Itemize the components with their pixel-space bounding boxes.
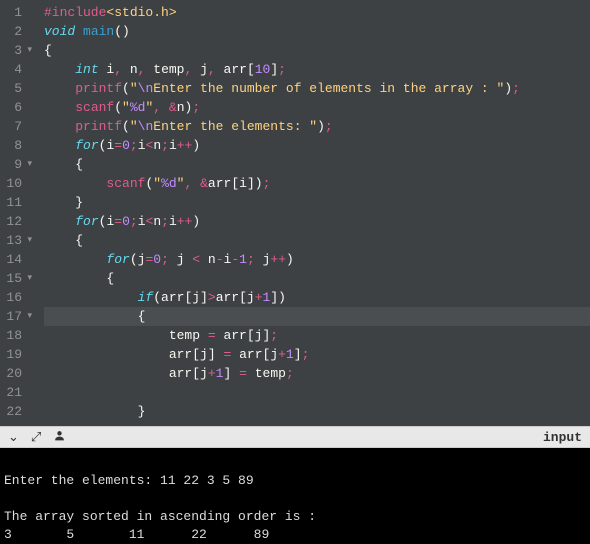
fold-icon[interactable]: ▾ <box>27 307 32 326</box>
line-number: 6 <box>4 98 22 117</box>
code-area[interactable]: #include<stdio.h>void main(){ int i, n, … <box>30 0 590 426</box>
code-line[interactable]: printf("\nEnter the elements: "); <box>44 117 590 136</box>
code-line[interactable]: { <box>44 155 590 174</box>
code-editor[interactable]: 123▾456789▾10111213▾1415▾1617▾1819202122… <box>0 0 590 426</box>
code-line[interactable]: for(j=0; j < n-i-1; j++) <box>44 250 590 269</box>
line-number: 11 <box>4 193 22 212</box>
line-number: 22 <box>4 402 22 421</box>
line-number: 8 <box>4 136 22 155</box>
fold-icon[interactable]: ▾ <box>27 231 32 250</box>
collapse-icon[interactable]: ⌄ <box>8 430 19 445</box>
terminal-output[interactable]: Enter the elements: 11 22 3 5 89 The arr… <box>0 448 590 543</box>
code-line[interactable]: void main() <box>44 22 590 41</box>
line-number: 17▾ <box>4 307 22 326</box>
line-number: 13▾ <box>4 231 22 250</box>
code-line[interactable]: int i, n, temp, j, arr[10]; <box>44 60 590 79</box>
toolbar: ⌄ ⤢ input <box>0 426 590 448</box>
code-line[interactable]: { <box>44 231 590 250</box>
code-line[interactable]: arr[j+1] = temp; <box>44 364 590 383</box>
code-line[interactable]: { <box>44 269 590 288</box>
code-line[interactable]: { <box>44 307 590 326</box>
code-line[interactable]: printf("\nEnter the number of elements i… <box>44 79 590 98</box>
line-number: 4 <box>4 60 22 79</box>
line-number: 19 <box>4 345 22 364</box>
code-line[interactable] <box>44 383 590 402</box>
line-number: 2 <box>4 22 22 41</box>
line-number: 3▾ <box>4 41 22 60</box>
input-label: input <box>543 430 582 445</box>
code-line[interactable]: scanf("%d", &arr[i]); <box>44 174 590 193</box>
line-number: 16 <box>4 288 22 307</box>
line-number: 20 <box>4 364 22 383</box>
line-number: 9▾ <box>4 155 22 174</box>
line-number: 10 <box>4 174 22 193</box>
code-line[interactable]: for(i=0;i<n;i++) <box>44 136 590 155</box>
line-number: 21 <box>4 383 22 402</box>
line-gutter: 123▾456789▾10111213▾1415▾1617▾1819202122 <box>0 0 30 426</box>
code-line[interactable]: for(i=0;i<n;i++) <box>44 212 590 231</box>
line-number: 1 <box>4 3 22 22</box>
code-line[interactable]: scanf("%d", &n); <box>44 98 590 117</box>
code-line[interactable]: { <box>44 41 590 60</box>
fold-icon[interactable]: ▾ <box>27 269 32 288</box>
code-line[interactable]: } <box>44 193 590 212</box>
line-number: 15▾ <box>4 269 22 288</box>
code-line[interactable]: } <box>44 402 590 421</box>
line-number: 5 <box>4 79 22 98</box>
fullscreen-icon[interactable]: ⤢ <box>31 430 41 445</box>
line-number: 12 <box>4 212 22 231</box>
fold-icon[interactable]: ▾ <box>27 155 32 174</box>
line-number: 7 <box>4 117 22 136</box>
user-icon[interactable] <box>53 429 66 446</box>
code-line[interactable]: temp = arr[j]; <box>44 326 590 345</box>
fold-icon[interactable]: ▾ <box>27 41 32 60</box>
code-line[interactable]: arr[j] = arr[j+1]; <box>44 345 590 364</box>
line-number: 14 <box>4 250 22 269</box>
code-line[interactable]: if(arr[j]>arr[j+1]) <box>44 288 590 307</box>
code-line[interactable]: #include<stdio.h> <box>44 3 590 22</box>
line-number: 18 <box>4 326 22 345</box>
